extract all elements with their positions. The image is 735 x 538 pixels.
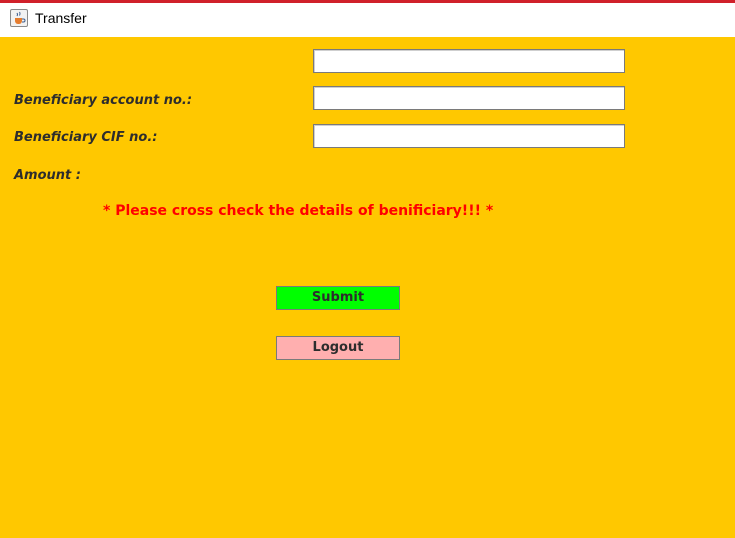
beneficiary-account-input[interactable] [313, 86, 625, 110]
amount-label: Amount : [14, 168, 81, 183]
window-title: Transfer [35, 10, 87, 26]
title-bar[interactable]: Transfer [0, 3, 735, 37]
beneficiary-cif-input[interactable] [313, 124, 625, 148]
beneficiary-cif-label: Beneficiary CIF no.: [14, 130, 158, 145]
java-cup-icon [10, 9, 28, 27]
logout-button[interactable]: Logout [276, 336, 400, 360]
verification-warning-text: * Please cross check the details of beni… [103, 203, 494, 219]
transfer-form-panel: Beneficiary account no.: Beneficiary CIF… [0, 37, 735, 538]
unlabeled-input-field[interactable] [313, 49, 625, 73]
submit-button[interactable]: Submit [276, 286, 400, 310]
transfer-window: Transfer Beneficiary account no.: Benefi… [0, 0, 735, 538]
beneficiary-account-label: Beneficiary account no.: [14, 93, 193, 108]
